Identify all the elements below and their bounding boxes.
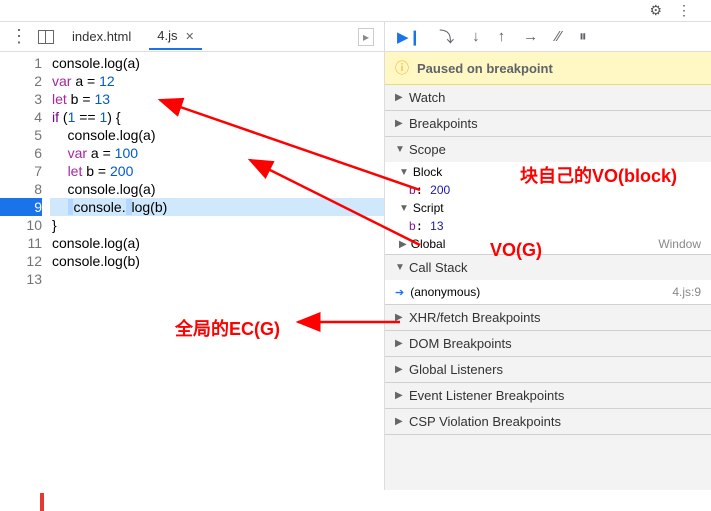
navigator-icon[interactable] [38,30,54,44]
menu-icon[interactable]: ⋮ [677,2,691,19]
tab-4js[interactable]: 4.js ✕ [149,23,202,50]
watch-section[interactable]: ▶Watch [385,85,711,110]
dom-section[interactable]: ▶DOM Breakpoints [385,331,711,356]
step-over-icon[interactable]: ⤵ [439,26,454,47]
pause-exceptions-icon[interactable]: ⏸ [579,28,587,45]
callstack-frame[interactable]: ➔ (anonymous) 4.js:9 [385,280,711,304]
paused-message: Paused on breakpoint [417,61,553,76]
scope-section[interactable]: ▼Scope [385,137,711,162]
code-lines: console.log(a)var a = 12let b = 13if (1 … [50,52,384,490]
events-section[interactable]: ▶Event Listener Breakpoints [385,383,711,408]
step-out-icon[interactable]: ↑ [498,28,506,45]
scope-block[interactable]: ▼Block [385,162,711,182]
step-into-icon[interactable]: ↓ [472,28,480,45]
script-var: b: 13 [385,218,711,234]
info-icon: ⓘ [395,58,409,78]
callstack-section[interactable]: ▼Call Stack [385,255,711,280]
breakpoints-section[interactable]: ▶Breakpoints [385,111,711,136]
top-toolbar: ⚙ ⋮ [0,0,711,22]
deactivate-icon[interactable]: ⁄⁄ [556,28,561,45]
file-tabs: ⋮ index.html 4.js ✕ ▸ [0,22,384,52]
settings-icon[interactable]: ⚙ [649,2,662,19]
debugger-pane: ▶❙ ⤵ ↓ ↑ → ⁄⁄ ⏸ ⓘ Paused on breakpoint ▶… [385,22,711,490]
scope-global[interactable]: ▶GlobalWindow [385,234,711,254]
paused-banner: ⓘ Paused on breakpoint [385,52,711,85]
step-icon[interactable]: → [523,28,538,45]
csp-section[interactable]: ▶CSP Violation Breakpoints [385,409,711,434]
sources-pane: ⋮ index.html 4.js ✕ ▸ 12345678910111213 … [0,22,385,490]
bottom-marker [40,493,44,511]
tab-menu-icon[interactable]: ⋮ [10,26,28,47]
close-icon[interactable]: ✕ [185,31,194,43]
code-editor[interactable]: 12345678910111213 console.log(a)var a = … [0,52,384,490]
line-gutter: 12345678910111213 [0,52,50,490]
resume-icon[interactable]: ▶❙ [397,28,421,46]
tab-index-html[interactable]: index.html [64,24,139,49]
block-var: b: 200 [385,182,711,198]
xhr-section[interactable]: ▶XHR/fetch Breakpoints [385,305,711,330]
listeners-section[interactable]: ▶Global Listeners [385,357,711,382]
frame-pointer-icon: ➔ [395,286,404,299]
run-icon[interactable]: ▸ [358,28,374,46]
scope-script[interactable]: ▼Script [385,198,711,218]
debugger-toolbar: ▶❙ ⤵ ↓ ↑ → ⁄⁄ ⏸ [385,22,711,52]
